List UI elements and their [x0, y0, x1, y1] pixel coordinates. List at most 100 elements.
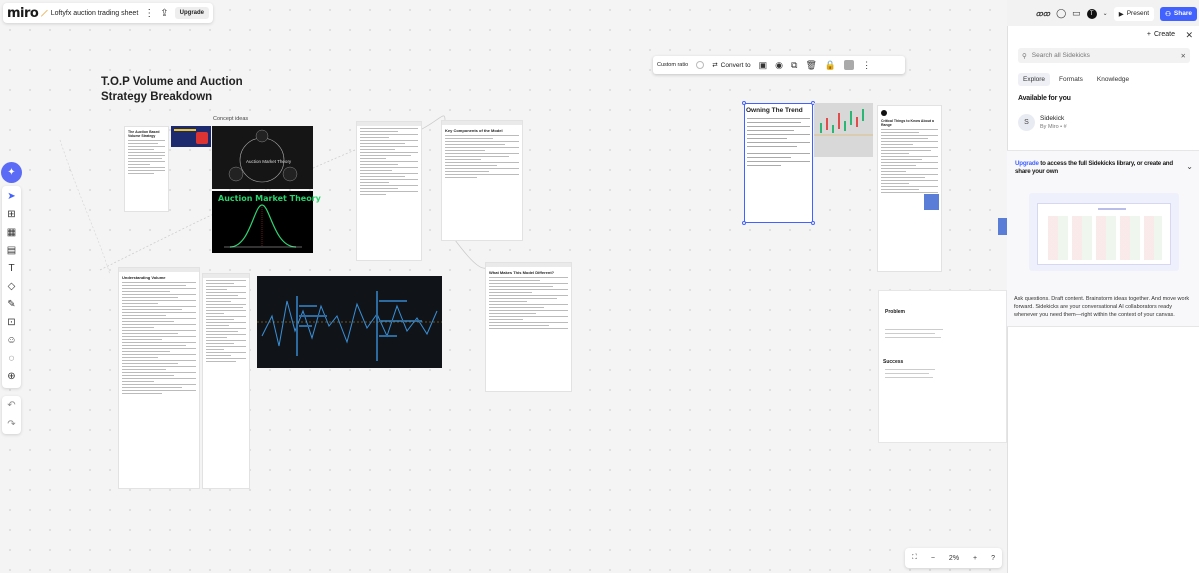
zoom-level[interactable]: 2%: [949, 555, 959, 562]
video-call-icon[interactable]: ▭: [1072, 8, 1081, 19]
tab-knowledge[interactable]: Knowledge: [1092, 73, 1134, 86]
frame-icon[interactable]: ▦: [5, 225, 18, 239]
image-thumbnail[interactable]: [998, 218, 1007, 235]
custom-ratio-button[interactable]: Custom ratio: [657, 62, 688, 68]
resize-handle[interactable]: [742, 221, 746, 225]
color-picker[interactable]: [696, 61, 705, 69]
play-icon: ▶: [1118, 10, 1124, 18]
create-button[interactable]: + Create: [1147, 31, 1175, 38]
available-heading: Available for you: [1018, 95, 1071, 102]
image-thumbnail[interactable]: [171, 126, 211, 147]
convert-icon: ⇄: [712, 62, 718, 69]
comment-tool-icon[interactable]: ◌: [5, 351, 18, 365]
sidekick-preview-image: [1029, 193, 1179, 271]
convert-to-button[interactable]: ⇄ Convert to: [712, 61, 750, 70]
sidekick-avatar: S: [1018, 114, 1035, 131]
emoji-icon[interactable]: ☺: [5, 333, 18, 347]
doc-card[interactable]: [356, 121, 422, 261]
lock-icon[interactable]: 🔒: [825, 60, 836, 71]
select-tool-icon[interactable]: ➤: [5, 189, 18, 203]
more-options-icon[interactable]: ⋮: [144, 6, 154, 20]
upgrade-button[interactable]: Upgrade: [174, 7, 209, 19]
board-title-line2: Strategy Breakdown: [101, 91, 213, 103]
miro-logo[interactable]: miro: [7, 6, 39, 21]
export-icon[interactable]: ⇪: [160, 6, 168, 20]
sidekick-item[interactable]: S Sidekick By Miro • #: [1018, 114, 1067, 131]
resize-handle[interactable]: [742, 101, 746, 105]
plus-icon: +: [1146, 31, 1151, 38]
tag-icon: #: [1063, 124, 1067, 130]
clear-search-icon[interactable]: ✕: [1181, 52, 1186, 60]
top-right-controls: ꝏꝏ ◯ ▭ T ⌄ ▶ Present ⚇ Share: [1023, 5, 1197, 22]
duplicate-icon[interactable]: ⧉: [791, 60, 797, 71]
shapes-icon[interactable]: ◇: [5, 279, 18, 293]
candlestick-chart-image[interactable]: [814, 103, 873, 157]
problem-title: Problem: [885, 309, 906, 315]
doc-card[interactable]: Critical Things to Know About a Range: [877, 105, 942, 272]
undo-icon[interactable]: ↶: [7, 400, 15, 411]
success-title: Success: [883, 359, 904, 365]
upgrade-banner-text: Upgrade to access the full Sidekicks lib…: [1015, 160, 1181, 176]
help-icon[interactable]: ?: [991, 555, 995, 562]
board-title-line1: T.O.P Volume and Auction: [101, 76, 243, 88]
pen-icon[interactable]: ✎: [5, 297, 18, 311]
chevron-down-icon[interactable]: ⌄: [1103, 10, 1108, 17]
ai-magic-button[interactable]: ✦: [1, 162, 22, 183]
volume-profile-chart-image[interactable]: [257, 276, 442, 368]
sidekick-tabs: Explore Formats Knowledge: [1018, 73, 1134, 86]
zoom-controls: ⛶ − 2% + ?: [905, 548, 1002, 568]
delete-icon[interactable]: 🗑: [805, 60, 816, 71]
amt-diagram-image[interactable]: [212, 126, 313, 189]
doc-title: What Makes This Model Different?: [489, 270, 555, 275]
share-button[interactable]: ⚇ Share: [1160, 6, 1197, 21]
upgrade-text: to access the full Sidekicks library, or…: [1015, 160, 1173, 175]
sidekick-name: Sidekick: [1040, 115, 1065, 122]
doc-card[interactable]: What Makes This Model Different?: [485, 262, 572, 392]
redo-icon[interactable]: ↷: [7, 419, 15, 430]
comments-icon[interactable]: ◯: [1056, 8, 1066, 19]
upgrade-banner: Upgrade to access the full Sidekicks lib…: [1007, 150, 1199, 327]
comment-icon[interactable]: ▣: [759, 60, 768, 71]
templates-icon[interactable]: ⊞: [5, 207, 18, 221]
upgrade-link[interactable]: Upgrade: [1015, 160, 1039, 167]
amt-diagram-label: Auction Market Theory: [246, 159, 292, 164]
board-canvas[interactable]: T.O.P Volume and Auction Strategy Breakd…: [0, 0, 1007, 573]
image-icon[interactable]: [844, 60, 855, 70]
doc-card[interactable]: Understanding Volume: [118, 267, 200, 489]
candlestick-chart: [814, 109, 873, 136]
text-tool-icon[interactable]: T: [5, 261, 18, 275]
triangle-diagram: [228, 129, 298, 183]
sidekick-search-input[interactable]: ⚲ Search all Sidekicks ✕: [1018, 48, 1190, 63]
eye-icon[interactable]: ◉: [775, 60, 783, 71]
context-toolbar: Custom ratio ⇄ Convert to ▣ ◉ ⧉ 🗑 🔒 ⋮: [653, 56, 905, 74]
fit-to-screen-icon[interactable]: ⛶: [912, 554, 917, 562]
doc-card[interactable]: [202, 273, 250, 489]
doc-title: Key Components of the Model: [445, 128, 503, 133]
problem-success-card[interactable]: Problem Success: [878, 290, 1007, 443]
share-icon: ⚇: [1165, 10, 1171, 18]
selected-note-card[interactable]: Owning The Trend: [744, 103, 813, 223]
collaborators-icon[interactable]: ꝏꝏ: [1036, 10, 1050, 18]
frame-label-concept[interactable]: Concept ideas: [213, 116, 248, 122]
tab-explore[interactable]: Explore: [1018, 73, 1051, 86]
close-icon[interactable]: ✕: [1185, 30, 1193, 41]
resize-handle[interactable]: [811, 221, 815, 225]
more-icon[interactable]: ⋮: [862, 60, 871, 71]
create-label: Create: [1153, 31, 1175, 38]
crop-frame-icon[interactable]: ⊡: [5, 315, 18, 329]
sidekick-by: By Miro • #: [1040, 124, 1067, 130]
user-avatar[interactable]: T: [1086, 8, 1097, 19]
present-button[interactable]: ▶ Present: [1113, 6, 1155, 21]
zoom-out-icon[interactable]: −: [931, 555, 935, 562]
doc-card[interactable]: Key Components of the Model: [441, 120, 523, 241]
collapse-chevron-icon[interactable]: ⌄: [1186, 162, 1193, 171]
zoom-in-icon[interactable]: +: [973, 555, 977, 562]
board-title[interactable]: T.O.P Volume and Auction Strategy Breakd…: [101, 75, 243, 105]
add-more-icon[interactable]: ⊕: [5, 369, 18, 383]
amt-title: Auction Market Theory: [218, 194, 321, 203]
doc-card[interactable]: The Auction Based Volume Strategy: [124, 126, 169, 212]
board-name[interactable]: Loftyfx auction trading sheet: [51, 10, 139, 17]
tab-formats[interactable]: Formats: [1054, 73, 1088, 86]
image-thumbnail[interactable]: [924, 194, 939, 210]
sticky-note-icon[interactable]: ▤: [5, 243, 18, 257]
